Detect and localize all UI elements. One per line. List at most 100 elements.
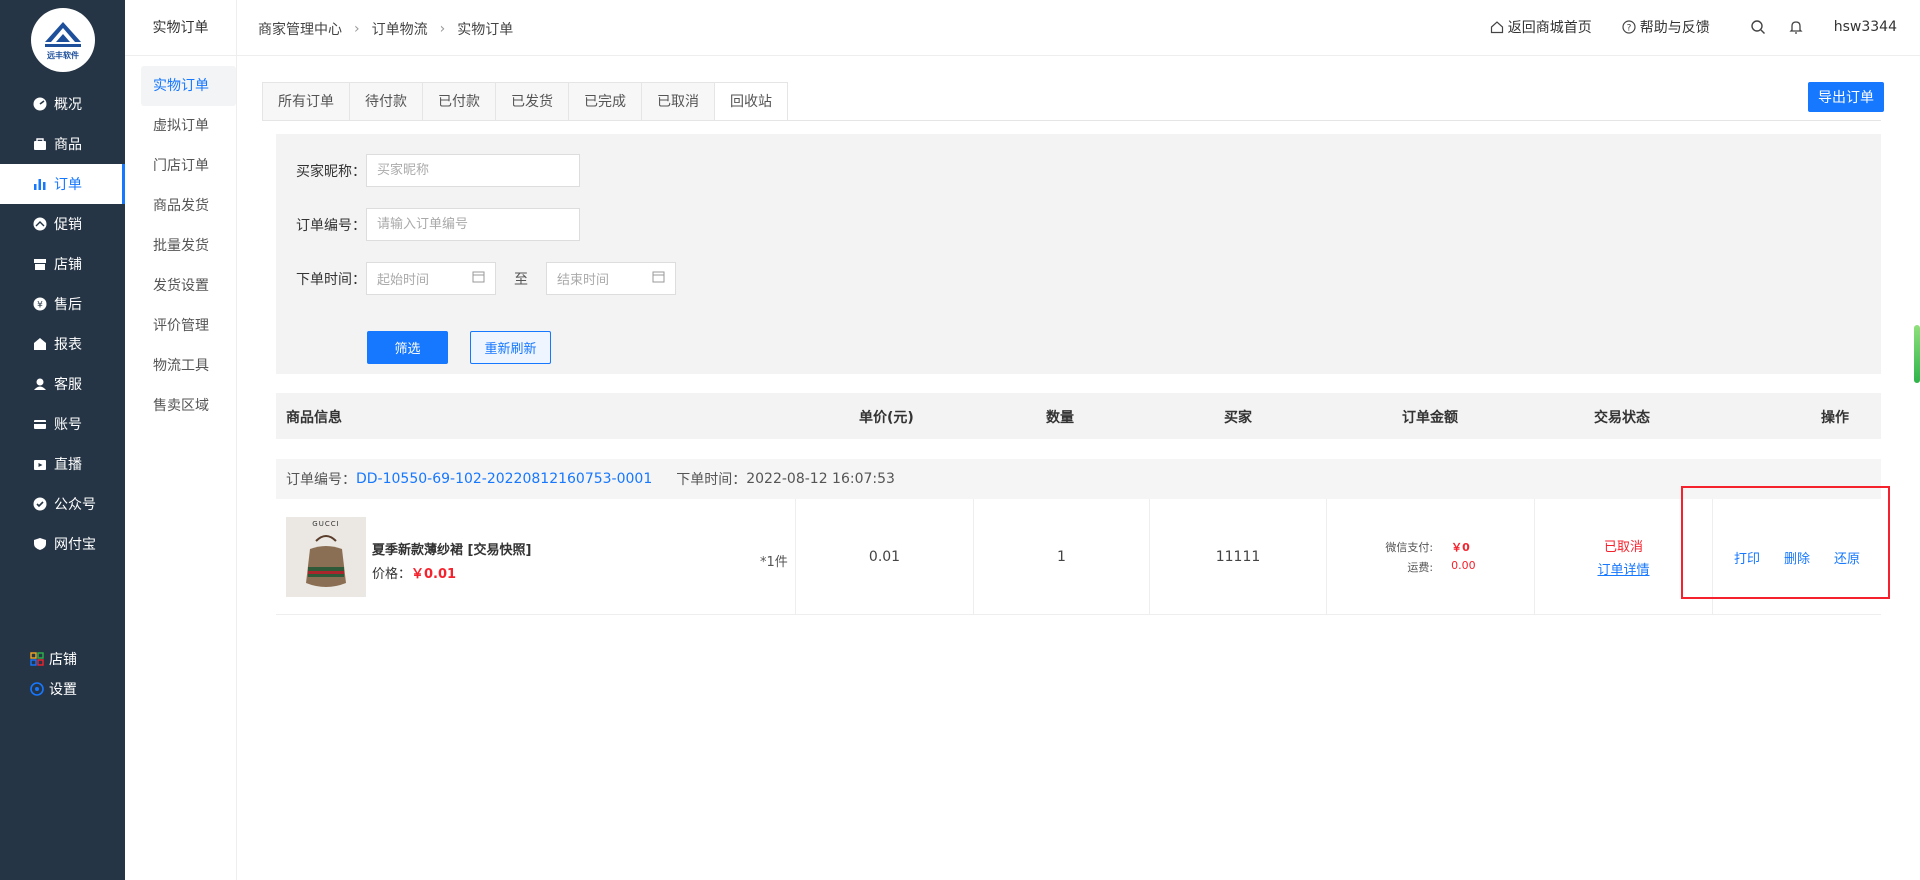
nav-item-aftersale[interactable]: ¥ 售后: [0, 284, 125, 324]
tab-pending-payment[interactable]: 待付款: [349, 82, 423, 120]
order-no-row: 订单编号：: [296, 208, 580, 241]
product-image[interactable]: GUCCI: [286, 517, 366, 597]
home-icon: [1490, 20, 1504, 34]
nav-item-live[interactable]: 直播: [0, 444, 125, 484]
sub-item-ship-settings[interactable]: 发货设置: [125, 266, 236, 306]
end-time-picker[interactable]: 结束时间: [546, 262, 676, 295]
col-trade-status: 交易状态: [1594, 410, 1650, 426]
price-value: ￥0.01: [411, 567, 457, 582]
filter-button[interactable]: 筛选: [367, 331, 448, 364]
buyer-cell: 11111: [1150, 499, 1327, 615]
tab-completed[interactable]: 已完成: [568, 82, 642, 120]
order-number-link[interactable]: DD-10550-69-102-20220812160753-0001: [356, 471, 652, 487]
settings-icon: [29, 681, 45, 697]
sub-item-reviews[interactable]: 评价管理: [125, 306, 236, 346]
order-detail-link[interactable]: 订单详情: [1597, 559, 1649, 578]
sub-item-virtual-orders[interactable]: 虚拟订单: [125, 106, 236, 146]
product-name[interactable]: 夏季新款薄纱裙 [交易快照]: [372, 539, 531, 558]
nav-item-cs[interactable]: 客服: [0, 364, 125, 404]
nav-item-report[interactable]: 报表: [0, 324, 125, 364]
nav-label: 账号: [54, 417, 82, 433]
check-shield-icon: [32, 496, 48, 512]
col-unit-price: 单价(元): [859, 410, 914, 426]
status-badge: 已取消: [1603, 540, 1643, 555]
pay-method-label: 微信支付:: [1385, 541, 1434, 554]
bell-icon[interactable]: [1788, 19, 1804, 35]
start-time-picker[interactable]: 起始时间: [366, 262, 496, 295]
header-actions: 返回商城首页 ? 帮助与反馈 hsw3344: [1460, 17, 1897, 37]
breadcrumb-item[interactable]: 商家管理中心: [258, 19, 342, 39]
product-qty: *1件: [760, 555, 788, 570]
sub-item-ship-goods[interactable]: 商品发货: [125, 186, 236, 226]
tab-shipped[interactable]: 已发货: [495, 82, 569, 120]
service-icon: ¥: [32, 296, 48, 312]
nav-item-account[interactable]: 账号: [0, 404, 125, 444]
nav-item-orders[interactable]: 订单: [0, 164, 125, 204]
sub-item-batch-ship[interactable]: 批量发货: [125, 226, 236, 266]
nav-item-overview[interactable]: 概况: [0, 84, 125, 124]
buyer-nickname-input[interactable]: [366, 154, 580, 187]
nav-label: 售后: [54, 297, 82, 313]
help-link[interactable]: ? 帮助与反馈: [1622, 17, 1710, 37]
dashboard-icon: [32, 96, 48, 112]
calendar-icon: [472, 270, 485, 287]
card-icon: [32, 416, 48, 432]
shield-icon: [32, 536, 48, 552]
order-number-input[interactable]: [366, 208, 580, 241]
chevron-right-icon: ›: [354, 21, 360, 37]
buyer-row: 买家昵称：: [296, 154, 580, 187]
nav-item-promotion[interactable]: 促销: [0, 204, 125, 244]
nav-label: 网付宝: [54, 537, 96, 553]
nav-item-store[interactable]: 店铺: [0, 244, 125, 284]
logo-text: 远丰软件: [47, 51, 79, 60]
sidebar-bottom-settings[interactable]: 设置: [29, 674, 77, 704]
order-time: 2022-08-12 16:07:53: [746, 471, 895, 487]
back-home-label: 返回商城首页: [1507, 20, 1592, 36]
nav-label: 客服: [54, 377, 82, 393]
sub-item-sale-region[interactable]: 售卖区域: [125, 386, 236, 426]
product-cell: GUCCI 夏季新款薄纱裙 [交易快照] 价格：￥0.01 *1件: [276, 499, 796, 615]
chart-bar-icon: [32, 176, 48, 192]
col-actions: 操作: [1821, 410, 1849, 426]
sub-sidebar: 实物订单 实物订单 虚拟订单 门店订单 商品发货 批量发货 发货设置 评价管理 …: [125, 0, 237, 880]
brand-logo[interactable]: 远丰软件: [31, 8, 95, 72]
order-number-label: 订单编号：: [286, 472, 356, 488]
nav-item-wangfubao[interactable]: 网付宝: [0, 524, 125, 564]
tab-paid[interactable]: 已付款: [422, 82, 496, 120]
order-time-label: 下单时间：: [676, 472, 747, 488]
main-nav: 概况 商品 订单 促销 店铺 ¥ 售后 报表 客服 账号 直播 公众号 网付宝: [0, 84, 125, 564]
top-header: 商家管理中心 › 订单物流 › 实物订单 返回商城首页 ? 帮助与反馈 hsw3…: [237, 0, 1920, 56]
nav-item-goods[interactable]: 商品: [0, 124, 125, 164]
breadcrumb-item[interactable]: 订单物流: [372, 19, 428, 39]
tab-recycle-bin[interactable]: 回收站: [714, 82, 788, 120]
amount-cell: 微信支付: ￥0 运费: 0.00: [1327, 499, 1535, 615]
report-icon: [32, 336, 48, 352]
back-home-link[interactable]: 返回商城首页: [1490, 17, 1592, 37]
tab-cancelled[interactable]: 已取消: [641, 82, 715, 120]
sub-item-logistics[interactable]: 物流工具: [125, 346, 236, 386]
sub-sidebar-title: 实物订单: [125, 0, 236, 56]
main-sidebar: 远丰软件 概况 商品 订单 促销 店铺 ¥ 售后 报表 客服 账号 直播 公众号…: [0, 0, 125, 880]
bag-icon: [32, 136, 48, 152]
quantity-cell: 1: [974, 499, 1150, 615]
order-tabs: 所有订单 待付款 已付款 已发货 已完成 已取消 回收站: [262, 82, 1881, 121]
sidebar-bottom-label: 设置: [49, 682, 77, 698]
user-name[interactable]: hsw3344: [1834, 19, 1897, 35]
sidebar-bottom-store[interactable]: 店铺: [29, 644, 77, 674]
end-time-placeholder: 结束时间: [557, 273, 610, 288]
grid-icon: [29, 651, 45, 667]
col-quantity: 数量: [1046, 410, 1074, 426]
refresh-button[interactable]: 重新刷新: [470, 331, 551, 364]
speed-icon: [32, 216, 48, 232]
sidebar-bottom: 店铺 设置: [29, 644, 77, 704]
nav-item-wechat[interactable]: 公众号: [0, 484, 125, 524]
export-orders-button[interactable]: 导出订单: [1808, 82, 1884, 112]
search-icon[interactable]: [1750, 19, 1766, 35]
product-price: 价格：￥0.01: [372, 563, 456, 582]
tab-all[interactable]: 所有订单: [262, 82, 350, 120]
unit-price-cell: 0.01: [796, 499, 974, 615]
freight-value: 0.00: [1451, 559, 1476, 572]
sub-item-store-orders[interactable]: 门店订单: [125, 146, 236, 186]
sub-item-physical-orders[interactable]: 实物订单: [141, 66, 236, 106]
scroll-indicator[interactable]: [1914, 325, 1920, 383]
